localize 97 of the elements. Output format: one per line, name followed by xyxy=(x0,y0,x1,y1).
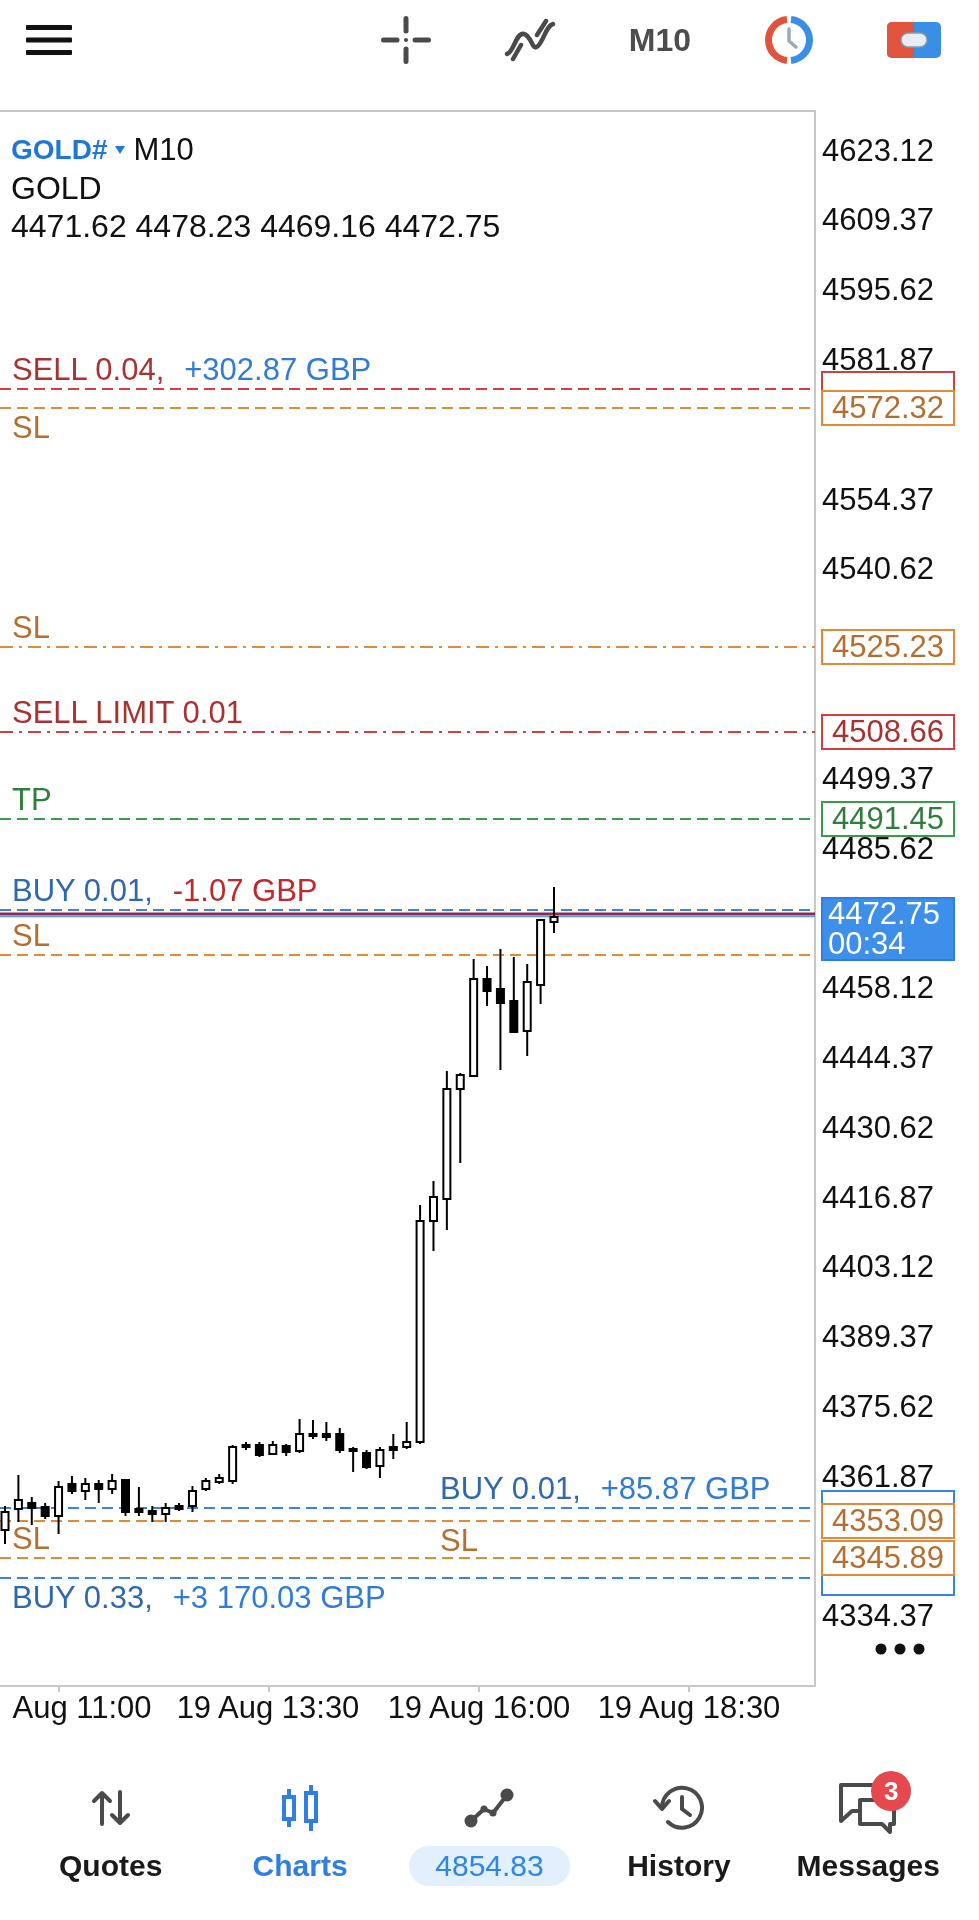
ohlc-values: 4471.62 4478.23 4469.16 4472.75 xyxy=(11,207,501,245)
price-tag: 4525.23 xyxy=(821,629,955,666)
nav-tab[interactable]: History xyxy=(627,1768,731,1886)
price-tag: 4353.09 xyxy=(821,1503,955,1540)
toggle-icon[interactable] xyxy=(887,22,941,58)
line-chart-icon xyxy=(464,1788,515,1828)
price-tag: 4508.66 xyxy=(821,713,955,750)
candle xyxy=(187,1485,197,1513)
stop-loss-label: SL xyxy=(440,1523,478,1560)
price-axis-label: 4416.87 xyxy=(822,1179,935,1216)
candle xyxy=(121,1479,130,1517)
timeframe-button[interactable]: M10 xyxy=(628,20,691,60)
pending-order-label: SELL LIMIT 0.01 xyxy=(12,694,243,731)
stop-loss-label: SL xyxy=(12,610,50,647)
up-down-arrows-icon xyxy=(90,1790,131,1826)
candle xyxy=(375,1446,385,1479)
take-profit-label: TP xyxy=(12,782,52,818)
candle xyxy=(335,1427,345,1454)
price-axis-label: 4623.12 xyxy=(822,132,935,169)
candle xyxy=(201,1477,211,1492)
clock-icon[interactable] xyxy=(764,15,814,65)
price-axis-label: 4595.62 xyxy=(822,272,935,309)
candle xyxy=(362,1449,372,1470)
position-label: BUY 0.01, xyxy=(12,872,153,909)
price-tag: 4491.45 xyxy=(821,801,955,837)
price-axis-label: 4375.62 xyxy=(822,1389,935,1426)
menu-icon[interactable] xyxy=(26,25,72,55)
candle xyxy=(107,1473,117,1495)
candle xyxy=(482,965,492,1007)
candle xyxy=(388,1433,398,1460)
nav-tab[interactable]: 3 Messages xyxy=(796,1768,940,1886)
more-icon[interactable] xyxy=(875,1643,925,1655)
candle xyxy=(429,1180,438,1252)
chart-timeframe: M10 xyxy=(133,131,194,169)
stop-loss-label: SL xyxy=(12,918,50,955)
crosshair-icon[interactable] xyxy=(380,16,431,64)
candle xyxy=(80,1477,90,1501)
price-axis-label: 4430.62 xyxy=(822,1109,935,1146)
stop-loss-label: SL xyxy=(12,410,50,447)
price-axis-label: 4403.12 xyxy=(822,1249,935,1286)
symbol-description: GOLD xyxy=(11,169,103,207)
bar-countdown: 00:34 xyxy=(828,928,906,959)
profit-label: +302.87 GBP xyxy=(184,351,372,388)
candle xyxy=(268,1440,278,1456)
curve-icon[interactable] xyxy=(503,18,556,62)
stop-loss-label: SL xyxy=(12,1521,50,1557)
nav-tab[interactable]: Charts xyxy=(252,1768,348,1886)
notification-badge: 3 xyxy=(871,1771,912,1811)
profit-label: +3 170.03 GBP xyxy=(172,1580,386,1617)
candle xyxy=(348,1446,358,1473)
time-axis-label: Aug 11:00 xyxy=(12,1690,152,1726)
candle xyxy=(134,1486,144,1517)
candle xyxy=(228,1444,238,1485)
symbol-name[interactable]: GOLD# xyxy=(11,131,108,169)
candle xyxy=(67,1475,77,1495)
candle xyxy=(308,1419,318,1440)
candle xyxy=(94,1479,104,1504)
candle xyxy=(214,1473,224,1485)
price-axis-label: 4334.37 xyxy=(822,1598,935,1635)
candle xyxy=(281,1443,291,1457)
price-axis-label: 4499.37 xyxy=(822,760,935,797)
history-icon xyxy=(652,1783,705,1833)
candle xyxy=(241,1441,251,1451)
profit-label: +85.87 GBP xyxy=(600,1470,771,1507)
candle xyxy=(13,1474,23,1523)
current-price: 4472.75 xyxy=(828,898,941,929)
price-axis-label: 4609.37 xyxy=(822,202,935,239)
profit-label: -1.07 GBP xyxy=(172,872,318,909)
price-axis-label: 4554.37 xyxy=(822,481,935,518)
time-axis-label: 19 Aug 16:00 xyxy=(387,1690,571,1726)
balance-pill: 4854.83 xyxy=(409,1846,570,1886)
candle xyxy=(174,1502,184,1512)
candle xyxy=(161,1502,171,1523)
candle xyxy=(147,1505,157,1523)
position-label: BUY 0.01, xyxy=(440,1470,581,1507)
price-axis-label: 4361.87 xyxy=(822,1458,935,1495)
candle xyxy=(254,1441,264,1458)
position-label: BUY 0.33, xyxy=(12,1580,153,1617)
candle xyxy=(402,1421,412,1450)
candle xyxy=(321,1421,331,1442)
price-tag: 4345.89 xyxy=(821,1540,955,1576)
candle xyxy=(54,1480,64,1535)
price-axis-label: 4581.87 xyxy=(822,341,935,378)
candle xyxy=(295,1418,305,1454)
price-axis-label: 4389.37 xyxy=(822,1319,935,1356)
price-tag: 4572.32 xyxy=(821,390,955,427)
time-axis-label: 19 Aug 13:30 xyxy=(176,1690,360,1726)
price-axis-label: 4444.37 xyxy=(822,1040,935,1076)
price-axis-label: 4458.12 xyxy=(822,970,935,1007)
candle xyxy=(27,1496,37,1526)
caret-icon[interactable] xyxy=(115,146,126,154)
candle xyxy=(40,1502,50,1520)
time-axis-label: 19 Aug 18:30 xyxy=(597,1690,781,1726)
position-label: SELL 0.04, xyxy=(12,351,165,388)
nav-tab[interactable]: Quotes xyxy=(59,1768,163,1886)
candle xyxy=(549,886,559,934)
price-axis-label: 4540.62 xyxy=(822,551,935,588)
